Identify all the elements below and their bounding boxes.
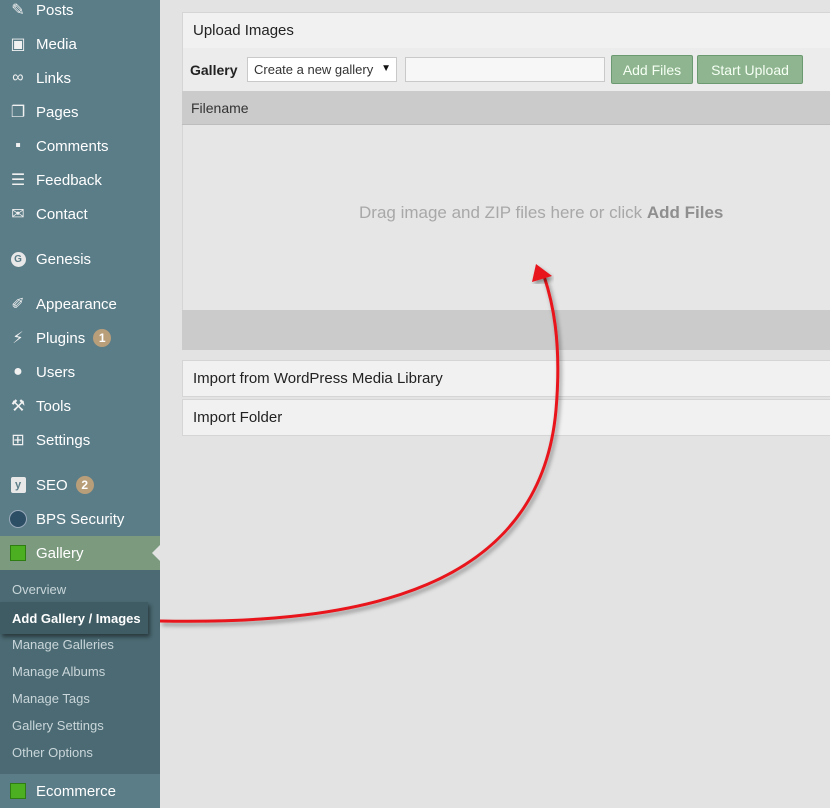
arrow-line [159, 275, 560, 623]
annotation-arrow [159, 264, 560, 623]
arrow-head [532, 264, 552, 282]
